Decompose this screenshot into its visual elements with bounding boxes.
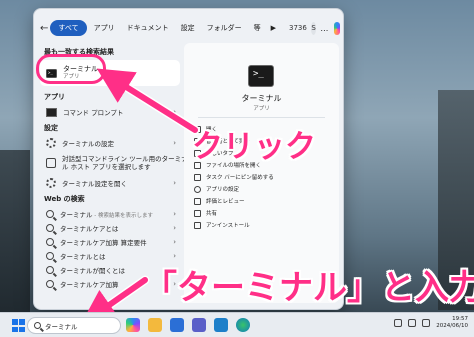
clock[interactable]: 19:57 2024/06/10 [436,316,468,330]
detail-title: ターミナル [241,94,282,103]
chevron-right-icon: › [173,179,176,187]
action-rate-review[interactable]: 評価とレビュー [194,195,334,207]
volume-icon[interactable] [408,319,417,328]
star-icon [194,197,201,205]
clock-date: 2024/06/10 [436,323,468,330]
rewards-counter[interactable]: 3736 [289,24,307,32]
apps-heading: アプリ [44,93,65,101]
copilot-icon[interactable] [334,21,340,35]
taskbar: ターミナル 19:57 2024/06/10 [0,312,474,337]
web-result[interactable]: ターミナルケア加算 算定要件 › [40,235,180,249]
web-result-label: ターミナルケア加算 [60,281,119,289]
share-icon [194,209,201,217]
tab-settings[interactable]: 設定 [176,20,200,36]
input-annotation: 「ターミナル」と入力 [143,268,474,308]
trash-icon [194,221,201,229]
action-label: アプリの設定 [206,187,240,193]
teams-icon[interactable] [192,318,206,332]
chevron-right-icon: › [173,210,176,218]
web-result[interactable]: ターミナルケアとは › [40,221,180,235]
action-uninstall[interactable]: アンインストール [194,219,334,231]
clock-time: 19:57 [452,316,468,322]
web-result[interactable]: ターミナル - 検索結果を表示します › [40,207,180,221]
result-command-prompt[interactable]: コマンド プロンプト › [40,105,180,119]
web-result-label: ターミナルとは [60,253,106,261]
web-result-label: ターミナルケアとは [60,225,119,233]
command-prompt-icon [46,107,57,117]
web-result-label: ターミナル [60,211,93,219]
detail-subtitle: アプリ [253,106,270,112]
pin-icon [194,173,201,181]
web-heading: Web の検索 [44,195,85,203]
gear-icon [46,138,56,148]
avatar[interactable]: S [310,21,317,35]
more-options-icon[interactable]: … [320,24,328,33]
desktop-wallpaper-left [0,150,30,320]
search-icon [46,280,54,288]
chevron-right-icon: › [173,238,176,246]
result-label: コマンド プロンプト [63,109,124,117]
divider [198,117,325,118]
web-result-label: ターミナルケア加算 算定要件 [60,239,147,247]
web-result-label: ターミナルが開くとは [60,267,125,275]
search-icon [34,322,41,329]
search-icon [46,210,54,218]
rewards-count: 3736 [289,24,307,32]
action-label: 共有 [206,211,218,217]
result-terminal-host[interactable]: 対話型コマンドライン ツール用のターミナ ル ホスト アプリを選択します › [40,150,196,176]
taskbar-search-box[interactable]: ターミナル [27,317,121,334]
filter-bar: ← すべて アプリ ドキュメント 設定 フォルダー 等 ▶ 3736 S … [40,15,340,41]
web-result-sub: - 検索結果を表示します [92,213,153,219]
tab-apps[interactable]: アプリ [89,20,120,36]
network-icon[interactable] [394,319,403,328]
action-label: アンインストール [206,223,250,229]
play-icon[interactable]: ▶ [268,24,279,32]
result-label: 対話型コマンドライン ツール用のターミナ [62,154,188,163]
highlight-ring-best-match [36,54,106,84]
chevron-right-icon: › [173,224,176,232]
tab-all[interactable]: すべて [50,20,87,36]
tab-more[interactable]: 等 [249,20,266,36]
taskbar-search-value: ターミナル [45,322,78,331]
action-pin-taskbar[interactable]: タスク バーにピン留めする [194,171,334,183]
system-tray: 19:57 2024/06/10 [394,316,468,330]
result-open-terminal-settings[interactable]: ターミナル設定を開く › [40,176,180,190]
tab-documents[interactable]: ドキュメント [122,20,174,36]
action-app-settings[interactable]: アプリの設定 [194,183,334,195]
action-share[interactable]: 共有 [194,207,334,219]
chevron-right-icon: › [173,139,176,147]
gear-icon [46,178,56,188]
tab-folders[interactable]: フォルダー [202,20,247,36]
chevron-right-icon: › [173,108,176,116]
settings-heading: 設定 [44,124,58,132]
search-icon [46,238,54,246]
taskbar-apps [126,318,250,332]
window-icon [46,158,56,168]
result-terminal-settings[interactable]: ターミナルの設定 › [40,136,180,150]
edge-icon[interactable] [236,318,250,332]
mail-icon[interactable] [170,318,184,332]
windows-start-icon[interactable] [12,319,25,332]
search-icon [46,224,54,232]
store-icon[interactable] [214,318,228,332]
search-icon [46,252,54,260]
terminal-icon [248,65,274,87]
result-label: ターミナルの設定 [62,140,114,148]
battery-icon[interactable] [422,319,431,328]
action-label: タスク バーにピン留めする [206,175,274,181]
gear-icon [194,185,201,193]
chevron-right-icon: › [173,252,176,260]
click-annotation: クリック [192,129,316,165]
back-arrow-icon[interactable]: ← [40,20,48,36]
action-label: 評価とレビュー [206,199,245,205]
copilot-icon[interactable] [126,318,140,332]
search-icon [46,266,54,274]
file-explorer-icon[interactable] [148,318,162,332]
result-label: ターミナル設定を開く [62,180,127,188]
result-label-line2: ル ホスト アプリを選択します [62,163,151,171]
